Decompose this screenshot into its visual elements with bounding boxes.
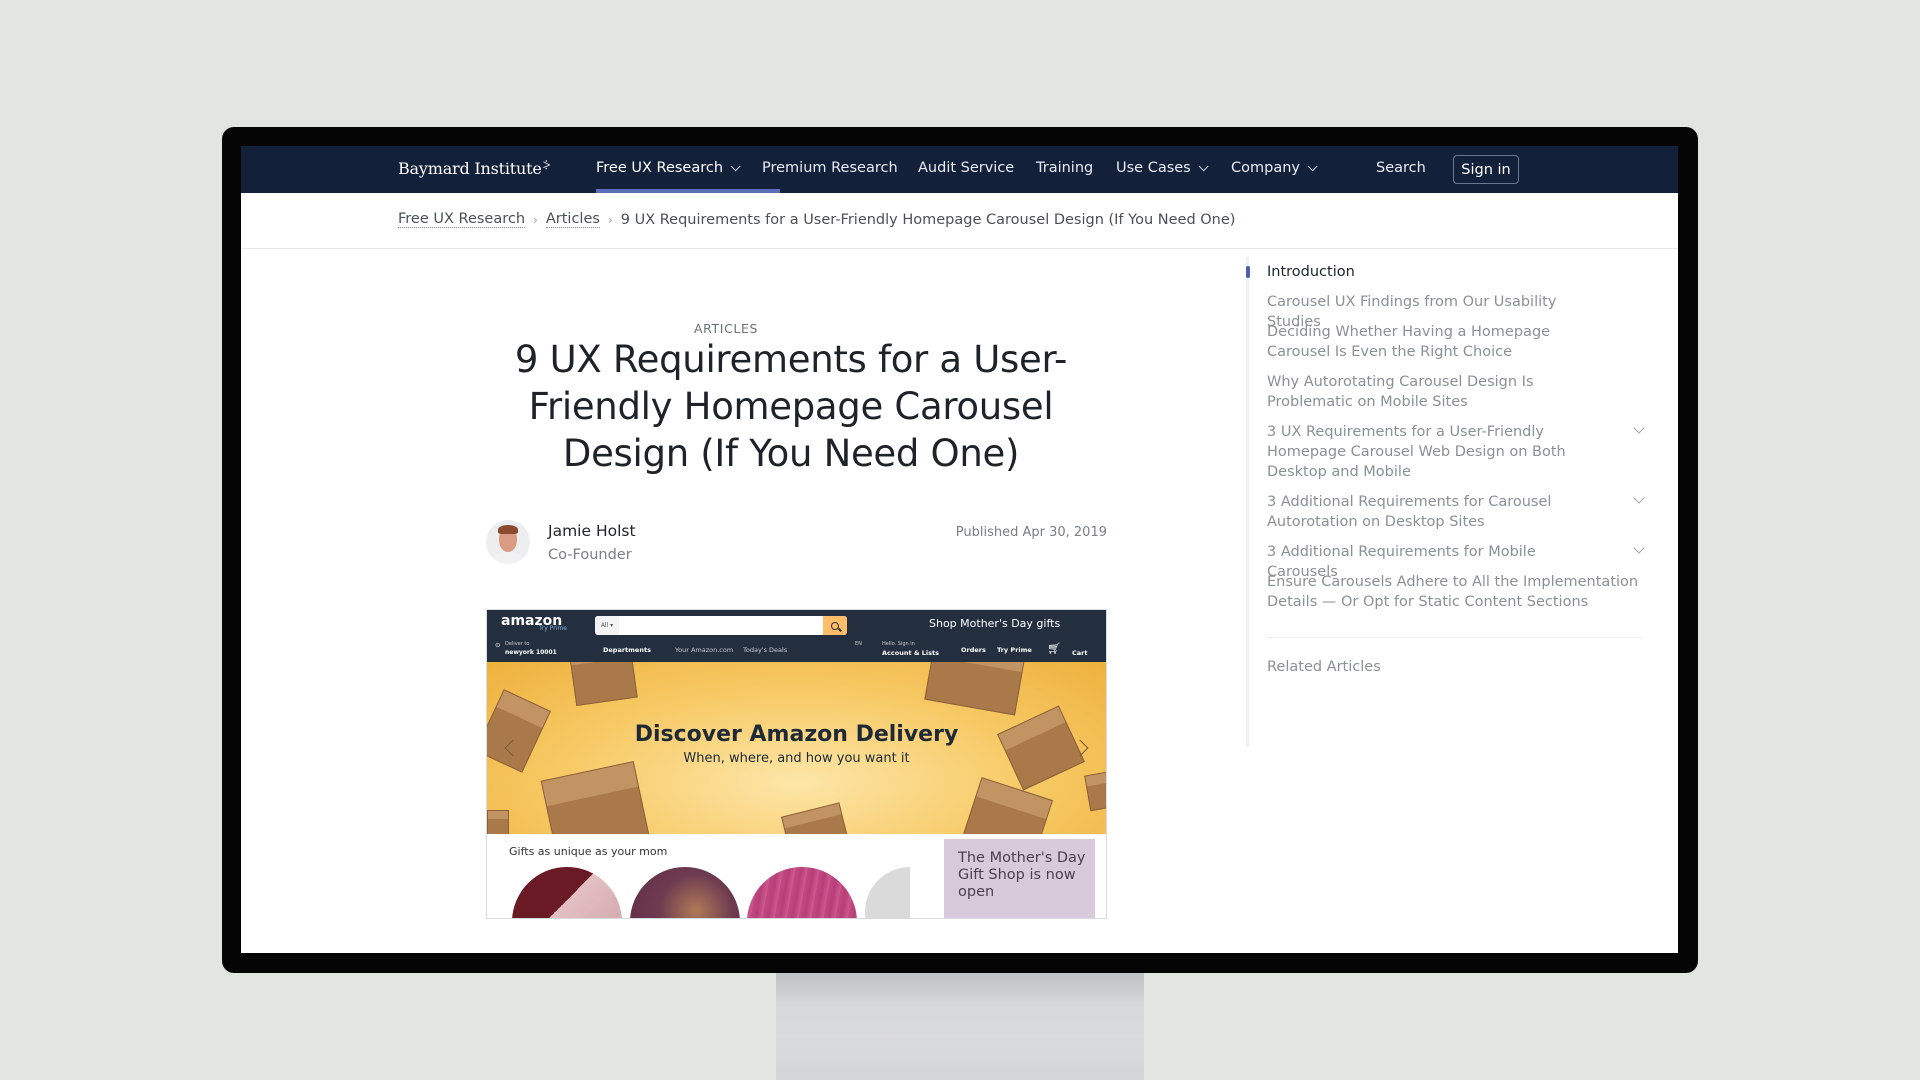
banner-title: Discover Amazon Delivery bbox=[634, 722, 959, 747]
author-name[interactable]: Jamie Holst bbox=[548, 522, 636, 540]
chevron-down-icon[interactable] bbox=[1633, 542, 1645, 554]
sign-in-button[interactable]: Sign in bbox=[1453, 155, 1519, 184]
amazon-your-amazon: Your Amazon.com bbox=[675, 646, 734, 654]
chevron-down-icon bbox=[1307, 160, 1318, 171]
logo-text: Baymard Institute bbox=[398, 159, 542, 178]
nav-training[interactable]: Training bbox=[1036, 160, 1093, 176]
chevron-right-icon: › bbox=[533, 212, 538, 227]
amazon-prime-link: Try Prime bbox=[539, 625, 567, 632]
banner-subtitle: When, where, and how you want it bbox=[683, 751, 910, 766]
cart-icon: 🛒︎ bbox=[1047, 642, 1061, 655]
gifts-title: Gifts as unique as your mom bbox=[509, 845, 668, 858]
gift-image bbox=[747, 867, 857, 918]
amazon-subnav: ⊙ Deliver to newyork 10001 Departments Y… bbox=[487, 640, 1106, 662]
monitor-stand bbox=[776, 970, 1144, 1080]
nav-label: Audit Service bbox=[918, 160, 1015, 176]
nav-audit-service[interactable]: Audit Service bbox=[918, 160, 1014, 176]
breadcrumb-divider bbox=[241, 248, 1678, 249]
page-title: 9 UX Requirements for a User-Friendly Ho… bbox=[514, 338, 1068, 475]
amazon-promo: Shop Mother's Day gifts bbox=[929, 617, 1061, 630]
amazon-language: EN bbox=[855, 641, 862, 647]
gift-image bbox=[512, 867, 622, 918]
toc-item[interactable]: Introduction bbox=[1267, 262, 1647, 282]
breadcrumb: Free UX Research › Articles › 9 UX Requi… bbox=[398, 211, 1235, 228]
toc-related-articles[interactable]: Related Articles bbox=[1267, 659, 1381, 675]
breadcrumb-free-ux-research[interactable]: Free UX Research bbox=[398, 211, 526, 228]
chevron-down-icon[interactable] bbox=[1633, 492, 1645, 504]
breadcrumb-current: 9 UX Requirements for a User-Friendly Ho… bbox=[620, 211, 1236, 228]
amazon-header: amazon Try Prime All ▾ Shop Mother's Day… bbox=[487, 610, 1106, 640]
mothers-day-text: The Mother's Day Gift Shop is now open bbox=[958, 850, 1086, 900]
amazon-todays-deals: Today's Deals bbox=[743, 646, 788, 654]
toc-item[interactable]: 3 UX Requirements for a User-Friendly Ho… bbox=[1267, 422, 1647, 482]
toc-divider bbox=[1267, 637, 1642, 638]
amazon-departments: Departments bbox=[603, 646, 651, 654]
amazon-carousel-banner: Discover Amazon Delivery When, where, an… bbox=[487, 662, 1106, 834]
nav-free-ux-research[interactable]: Free UX Research bbox=[596, 160, 741, 176]
gift-image bbox=[630, 867, 740, 918]
nav-label: Free UX Research bbox=[596, 160, 724, 176]
hero-image-amazon-homepage: amazon Try Prime All ▾ Shop Mother's Day… bbox=[486, 609, 1107, 919]
amazon-search-bar: All ▾ bbox=[595, 616, 847, 635]
toc-item[interactable]: Deciding Whether Having a Homepage Carou… bbox=[1267, 322, 1647, 362]
browser-viewport: Baymard Institute⸖ Free UX Research Prem… bbox=[241, 146, 1678, 953]
amazon-deliver-to: Deliver to bbox=[505, 641, 530, 647]
logo-mark-icon: ⸖ bbox=[542, 158, 551, 174]
search-icon bbox=[823, 616, 847, 635]
nav-company[interactable]: Company bbox=[1231, 160, 1318, 176]
mothers-day-promo: The Mother's Day Gift Shop is now open bbox=[944, 839, 1095, 918]
amazon-hello: Hello. Sign in bbox=[882, 641, 915, 647]
amazon-cart: Cart bbox=[1072, 649, 1088, 657]
toc-item[interactable]: Why Autorotating Carousel Design Is Prob… bbox=[1267, 372, 1647, 412]
toc-rail bbox=[1246, 257, 1249, 747]
amazon-location: newyork 10001 bbox=[505, 649, 557, 656]
location-pin-icon: ⊙ bbox=[495, 641, 501, 649]
nav-label: Training bbox=[1036, 160, 1094, 176]
amazon-orders: Orders bbox=[961, 646, 986, 654]
search-label: Search bbox=[1376, 160, 1426, 176]
nav-label: Use Cases bbox=[1116, 160, 1191, 176]
search-link[interactable]: Search bbox=[1376, 160, 1426, 176]
chevron-down-icon bbox=[730, 160, 741, 171]
site-logo[interactable]: Baymard Institute⸖ bbox=[398, 158, 551, 179]
nav-premium-research[interactable]: Premium Research bbox=[762, 160, 898, 176]
breadcrumb-articles[interactable]: Articles bbox=[545, 211, 600, 228]
author-block: Jamie Holst Co-Founder Published Apr 30,… bbox=[486, 520, 1107, 568]
toc-item[interactable]: 3 Additional Requirements for Carousel A… bbox=[1267, 492, 1647, 532]
gift-image bbox=[865, 867, 910, 918]
chevron-down-icon bbox=[1198, 160, 1209, 171]
category-label: ARTICLES bbox=[694, 321, 758, 336]
nav-use-cases[interactable]: Use Cases bbox=[1116, 160, 1209, 176]
avatar[interactable] bbox=[486, 520, 530, 564]
chevron-right-icon: › bbox=[607, 212, 613, 227]
amazon-search-scope: All ▾ bbox=[595, 616, 619, 635]
toc-active-marker bbox=[1246, 266, 1250, 278]
toc-item[interactable]: Ensure Carousels Adhere to All the Imple… bbox=[1267, 572, 1647, 612]
author-role: Co-Founder bbox=[548, 547, 632, 563]
top-navigation: Baymard Institute⸖ Free UX Research Prem… bbox=[241, 146, 1678, 193]
amazon-account: Account & Lists bbox=[882, 649, 939, 657]
chevron-down-icon[interactable] bbox=[1633, 422, 1645, 434]
published-date: Published Apr 30, 2019 bbox=[955, 525, 1107, 540]
nav-active-indicator bbox=[596, 189, 780, 193]
nav-label: Company bbox=[1231, 160, 1300, 176]
amazon-gifts-section: Gifts as unique as your mom The Mother's… bbox=[487, 834, 1106, 918]
amazon-try-prime: Try Prime bbox=[997, 646, 1032, 654]
nav-label: Premium Research bbox=[762, 160, 898, 176]
